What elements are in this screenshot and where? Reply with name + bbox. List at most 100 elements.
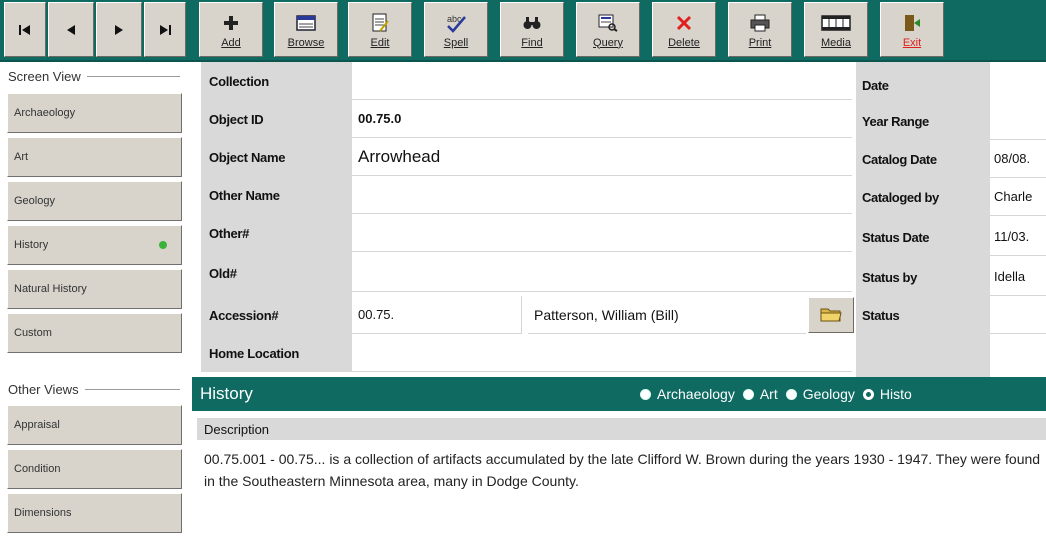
accession-donor-field[interactable]: Patterson, William (Bill) [528,296,806,334]
print-button[interactable]: Print [728,2,792,57]
view-button-custom[interactable]: Custom [7,313,182,353]
screen-view-title: Screen View [8,69,81,84]
view-button-geology[interactable]: Geology [7,181,182,221]
delete-button[interactable]: Delete [652,2,716,57]
edit-button-label: Edit [370,36,390,49]
view-band: History Archaeology Art Geology Histo [192,377,1046,411]
toolbar: Add Browse Edit abc Spell Find Query Del… [0,0,1046,62]
open-accession-button[interactable] [808,297,854,333]
radio-art-dot [742,388,754,400]
exit-button[interactable]: Exit [880,2,944,57]
sidebar: Screen View Archaeology Art Geology Hist… [0,62,186,539]
folder-icon [820,305,842,326]
query-icon [598,11,618,35]
add-button-label: Add [221,36,241,49]
year-range-field[interactable] [990,102,1046,140]
first-record-button[interactable] [4,2,46,57]
previous-record-icon [66,18,76,42]
browse-button-label: Browse [287,36,325,49]
date-field[interactable] [990,66,1046,104]
status-field[interactable] [990,296,1046,334]
view-band-title: History [200,384,253,403]
view-button-condition-label: Condition [14,463,61,475]
catalog-date-field[interactable]: 08/08. [990,140,1046,178]
delete-button-label: Delete [668,36,700,49]
status-label: Status [862,307,900,323]
status-date-field[interactable]: 11/03. [990,218,1046,256]
radio-art-label: Art [759,386,778,402]
radio-geology-dot [785,388,797,400]
find-button-label: Find [521,36,543,49]
previous-record-button[interactable] [48,2,94,57]
find-button[interactable]: Find [500,2,564,57]
view-button-geology-label: Geology [14,195,55,207]
radio-history[interactable]: Histo [862,386,912,402]
edit-icon [371,11,389,35]
home-location-field[interactable] [352,334,852,372]
next-record-icon [114,18,124,42]
plus-icon [224,11,238,35]
view-button-appraisal-label: Appraisal [14,419,60,431]
status-date-label: Status Date [862,229,930,245]
radio-history-dot [862,388,874,400]
status-by-field[interactable]: Idella [990,258,1046,296]
other-number-field[interactable] [352,214,852,252]
record-form: Collection Object ID Object Name Other N… [186,62,1046,380]
last-record-icon [158,18,172,42]
view-button-art-label: Art [14,151,29,163]
view-button-dimensions-label: Dimensions [14,507,72,519]
object-id-field[interactable]: 00.75.0 [352,100,852,138]
accession-number-field[interactable]: 00.75. [352,296,522,334]
delete-x-icon [676,11,692,35]
printer-icon [750,11,770,35]
old-number-label: Old# [201,254,351,292]
last-record-button[interactable] [144,2,186,57]
exit-door-icon [903,11,921,35]
edit-button[interactable]: Edit [348,2,412,57]
object-name-label: Object Name [201,138,351,176]
view-button-custom-label: Custom [14,327,52,339]
view-button-condition[interactable]: Condition [7,449,182,489]
query-button-label: Query [593,36,623,49]
view-button-natural-history[interactable]: Natural History [7,269,182,309]
browse-button[interactable]: Browse [274,2,338,57]
view-button-archaeology-label: Archaeology [14,107,76,119]
status-by-label: Status by [862,269,917,285]
view-radio-group: Archaeology Art Geology Histo [640,386,920,402]
add-button[interactable]: Add [199,2,263,57]
active-view-indicator [159,241,167,249]
view-button-history-label: History [14,239,49,251]
radio-archaeology[interactable]: Archaeology [640,386,735,402]
media-button-label: Media [821,36,851,49]
collection-field[interactable] [352,62,852,100]
radio-geology-label: Geology [802,386,855,402]
view-button-art[interactable]: Art [7,137,182,177]
view-button-history[interactable]: History [7,225,182,265]
other-name-field[interactable] [352,176,852,214]
radio-archaeology-dot [640,388,651,400]
view-button-natural-history-label: Natural History [14,283,87,295]
query-button[interactable]: Query [576,2,640,57]
radio-geology[interactable]: Geology [785,386,855,402]
media-button[interactable]: Media [804,2,868,57]
description-field[interactable]: 00.75.001 - 00.75... is a collection of … [204,448,1046,492]
other-number-label: Other# [201,214,351,252]
cataloged-by-field[interactable]: Charle [990,178,1046,216]
view-button-appraisal[interactable]: Appraisal [7,405,182,445]
collection-label: Collection [201,62,351,100]
exit-button-label: Exit [902,36,922,49]
spell-button-label: Spell [443,36,469,49]
next-record-button[interactable] [96,2,142,57]
radio-art[interactable]: Art [742,386,778,402]
cataloged-by-label: Cataloged by [862,189,939,205]
spell-check-icon: abc [445,11,467,35]
view-button-archaeology[interactable]: Archaeology [7,93,182,133]
old-number-field[interactable] [352,254,852,292]
other-views-title: Other Views [8,382,79,397]
first-record-icon [18,18,32,42]
object-name-field[interactable]: Arrowhead [352,138,852,176]
year-range-label: Year Range [862,113,929,129]
view-button-dimensions[interactable]: Dimensions [7,493,182,533]
spell-button[interactable]: abc Spell [424,2,488,57]
browse-icon [296,11,316,35]
